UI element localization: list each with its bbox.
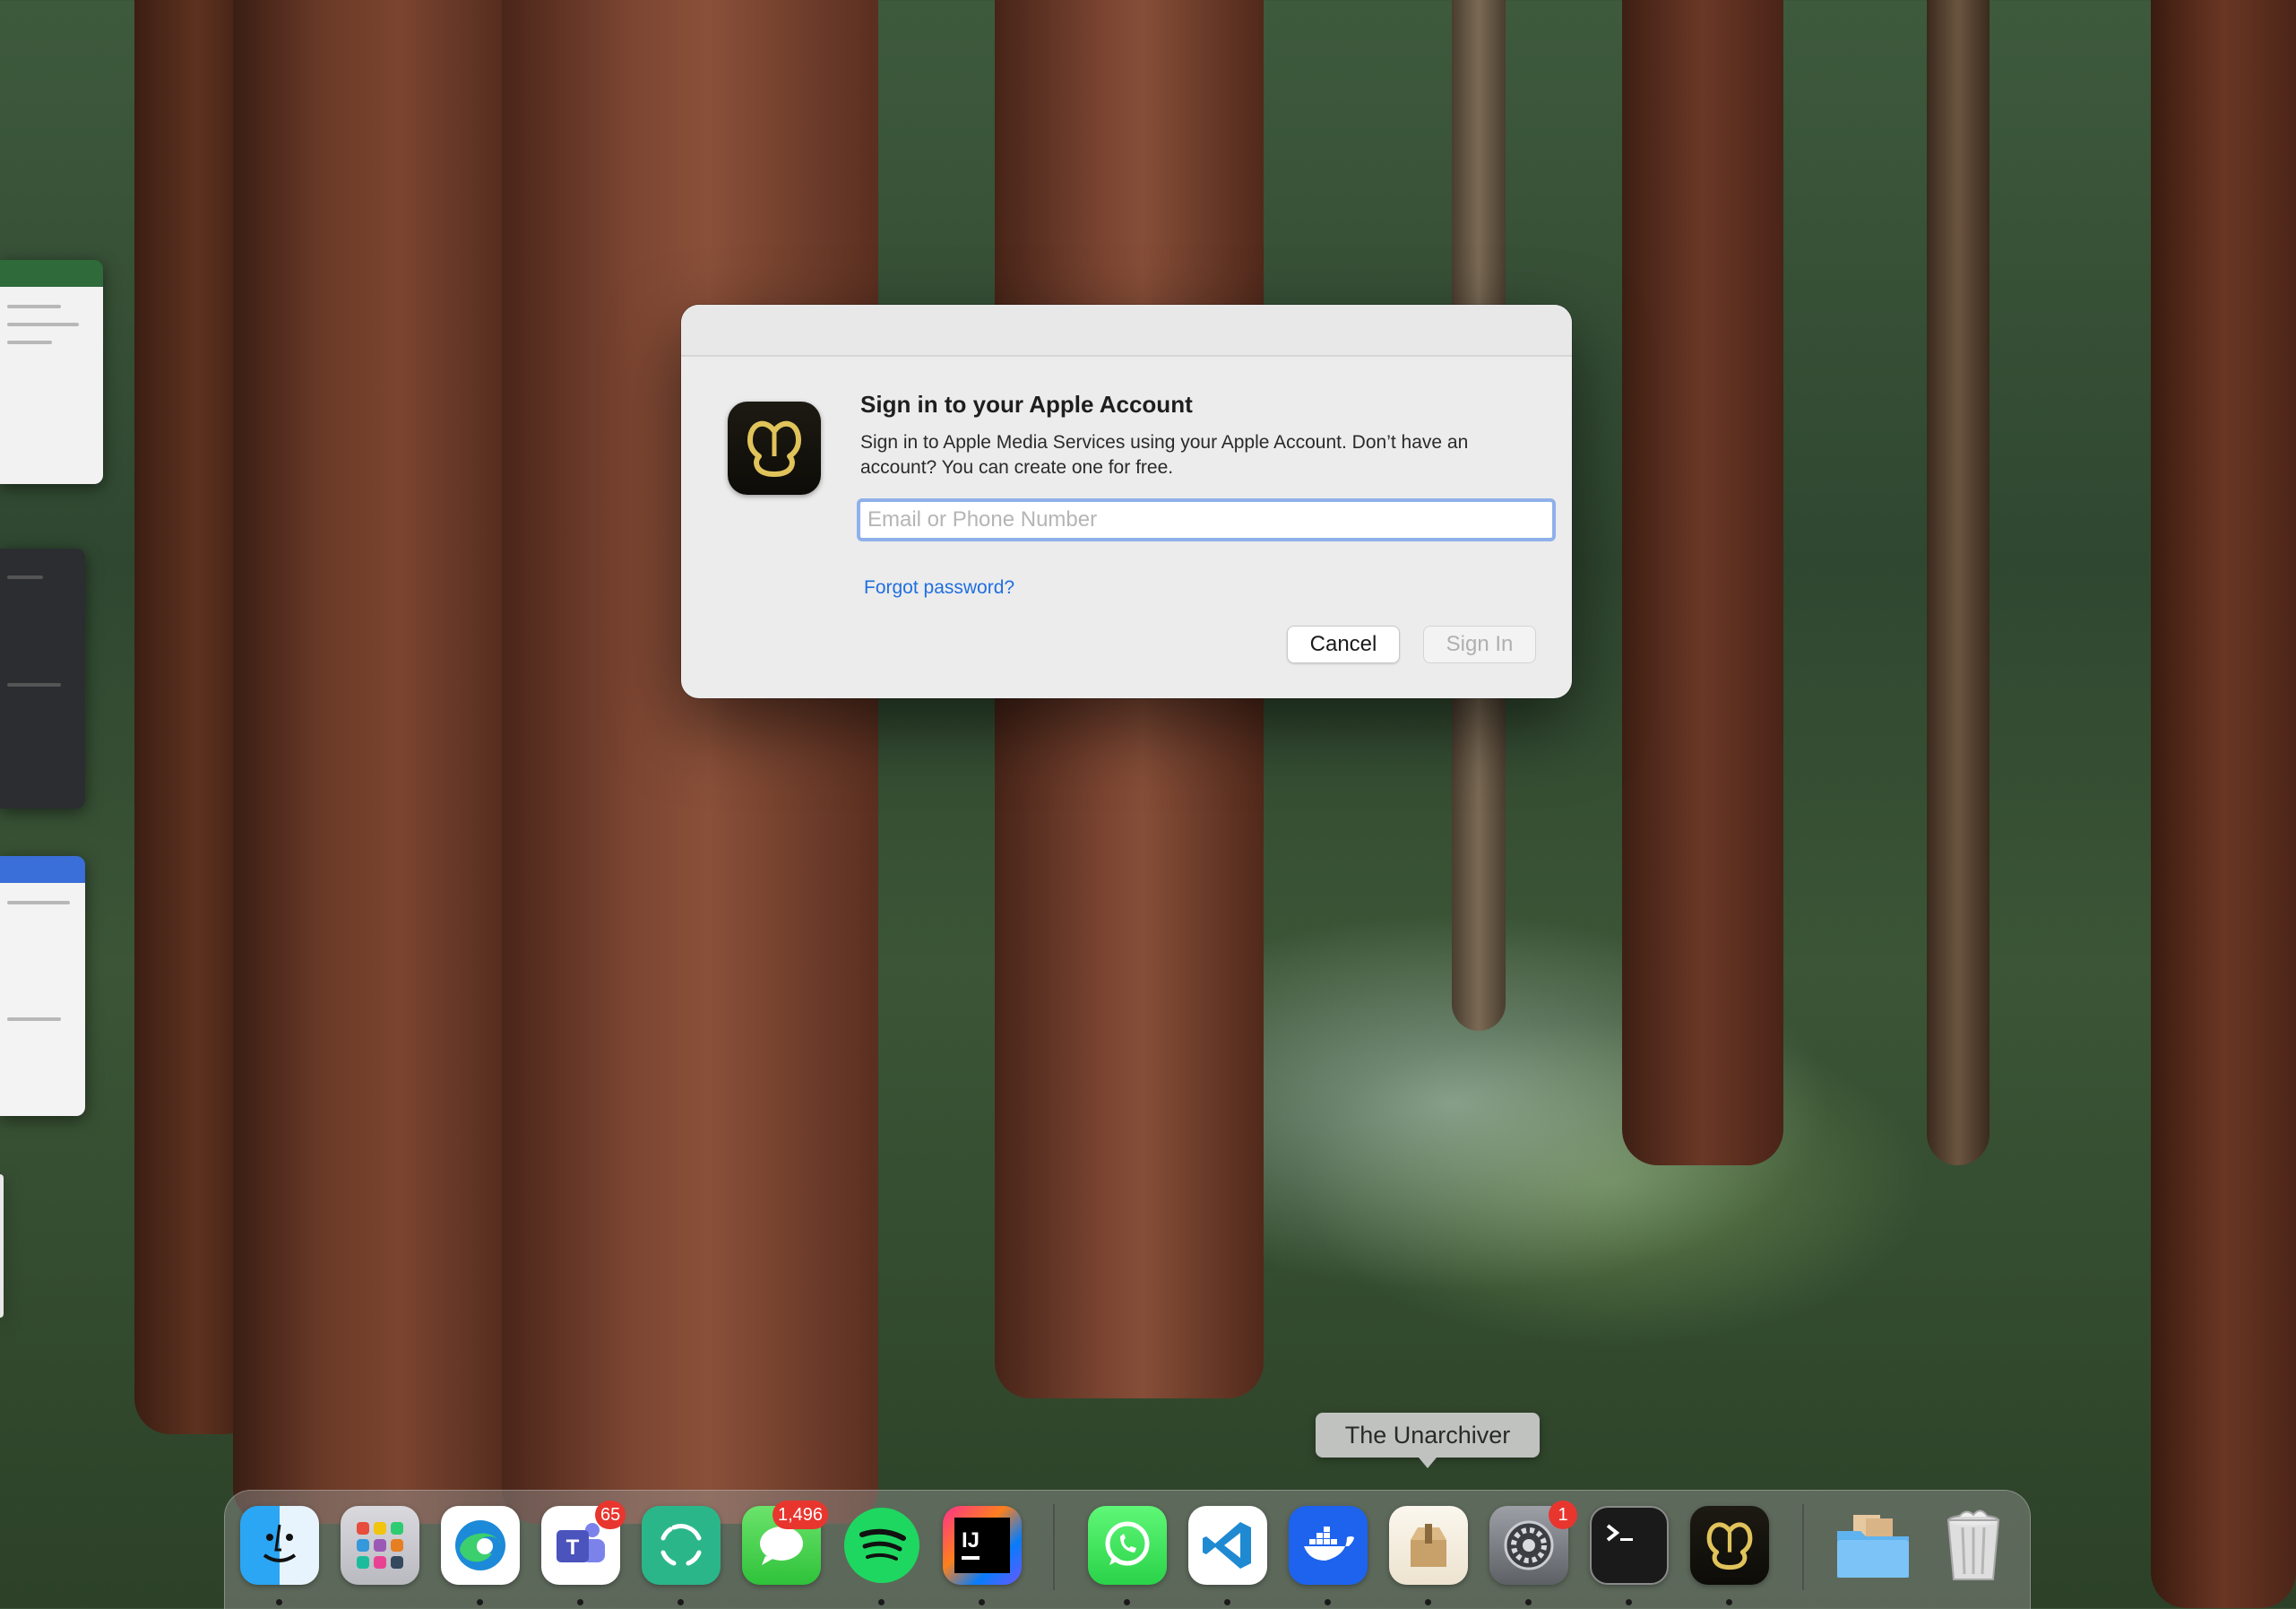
navicat-icon [728,402,821,495]
thumbnail-content [7,683,61,687]
wallpaper-tree [1927,0,1990,1165]
finder-icon[interactable] [240,1506,319,1585]
wallpaper-tree [233,0,538,1524]
running-indicator [1325,1599,1331,1605]
cancel-button[interactable]: Cancel [1287,626,1400,663]
sign-in-button[interactable]: Sign In [1423,626,1536,663]
thumbnail-content [7,341,52,344]
whatsapp-icon[interactable] [1088,1506,1167,1585]
launchpad-icon[interactable] [341,1506,419,1585]
wallpaper-tree [502,0,878,1524]
folder-icon[interactable] [1834,1506,1912,1585]
thumbnail-content [7,323,79,326]
email-field[interactable] [857,498,1556,541]
element-icon[interactable] [642,1506,721,1585]
running-indicator [1224,1599,1230,1605]
trash-icon[interactable] [1934,1506,2013,1585]
wallpaper-tree [995,0,1264,1398]
navicat-icon[interactable] [1690,1506,1769,1585]
running-indicator [577,1599,583,1605]
terminal-icon[interactable] [1590,1506,1669,1585]
thumbnail-content [7,305,61,308]
sign-in-dialog: Sign in to your Apple Account Sign in to… [681,305,1572,698]
stage-manager-window-thumbnail[interactable] [0,856,85,1116]
running-indicator [477,1599,483,1605]
unarchiver-icon[interactable] [1389,1506,1468,1585]
running-indicator [1124,1599,1130,1605]
running-indicator [1425,1599,1431,1605]
running-indicator [1525,1599,1532,1605]
stage-manager-window-thumbnail[interactable] [0,1174,4,1318]
svg-text:T: T [566,1535,580,1560]
running-indicator [1626,1599,1632,1605]
thumbnail-content [7,901,70,904]
wallpaper-tree [1622,0,1783,1165]
thumbnail-content [7,575,43,579]
dialog-description: Sign in to Apple Media Services using yo… [860,432,1469,478]
running-indicator [979,1599,985,1605]
intellij-icon[interactable]: IJ [943,1506,1022,1585]
svg-text:IJ: IJ [962,1528,980,1553]
edge-icon[interactable] [441,1506,520,1585]
running-indicator [1726,1599,1732,1605]
dock-tooltip: The Unarchiver [1316,1413,1540,1458]
spotify-icon[interactable] [842,1506,921,1585]
forgot-password-link[interactable]: Forgot password? [864,577,1014,599]
running-indicator [878,1599,885,1605]
vscode-icon[interactable] [1188,1506,1267,1585]
dock-separator [1802,1504,1804,1590]
thumbnail-content [7,1017,61,1021]
dock-separator [1053,1504,1055,1590]
notification-badge: 1 [1549,1501,1577,1529]
stage-manager-window-thumbnail[interactable] [0,260,103,484]
dialog-titlebar[interactable] [681,305,1572,357]
stage-manager-window-thumbnail[interactable] [0,549,85,809]
notification-badge: 65 [595,1501,626,1529]
dialog-title: Sign in to your Apple Account [860,391,1193,418]
notification-badge: 1,496 [773,1501,829,1529]
docker-icon[interactable] [1289,1506,1368,1585]
wallpaper-tree [2151,0,2296,1608]
running-indicator [276,1599,282,1605]
running-indicator [678,1599,684,1605]
dock-tooltip-arrow [1419,1458,1437,1468]
intellij-icon-inner: IJ [954,1518,1010,1573]
